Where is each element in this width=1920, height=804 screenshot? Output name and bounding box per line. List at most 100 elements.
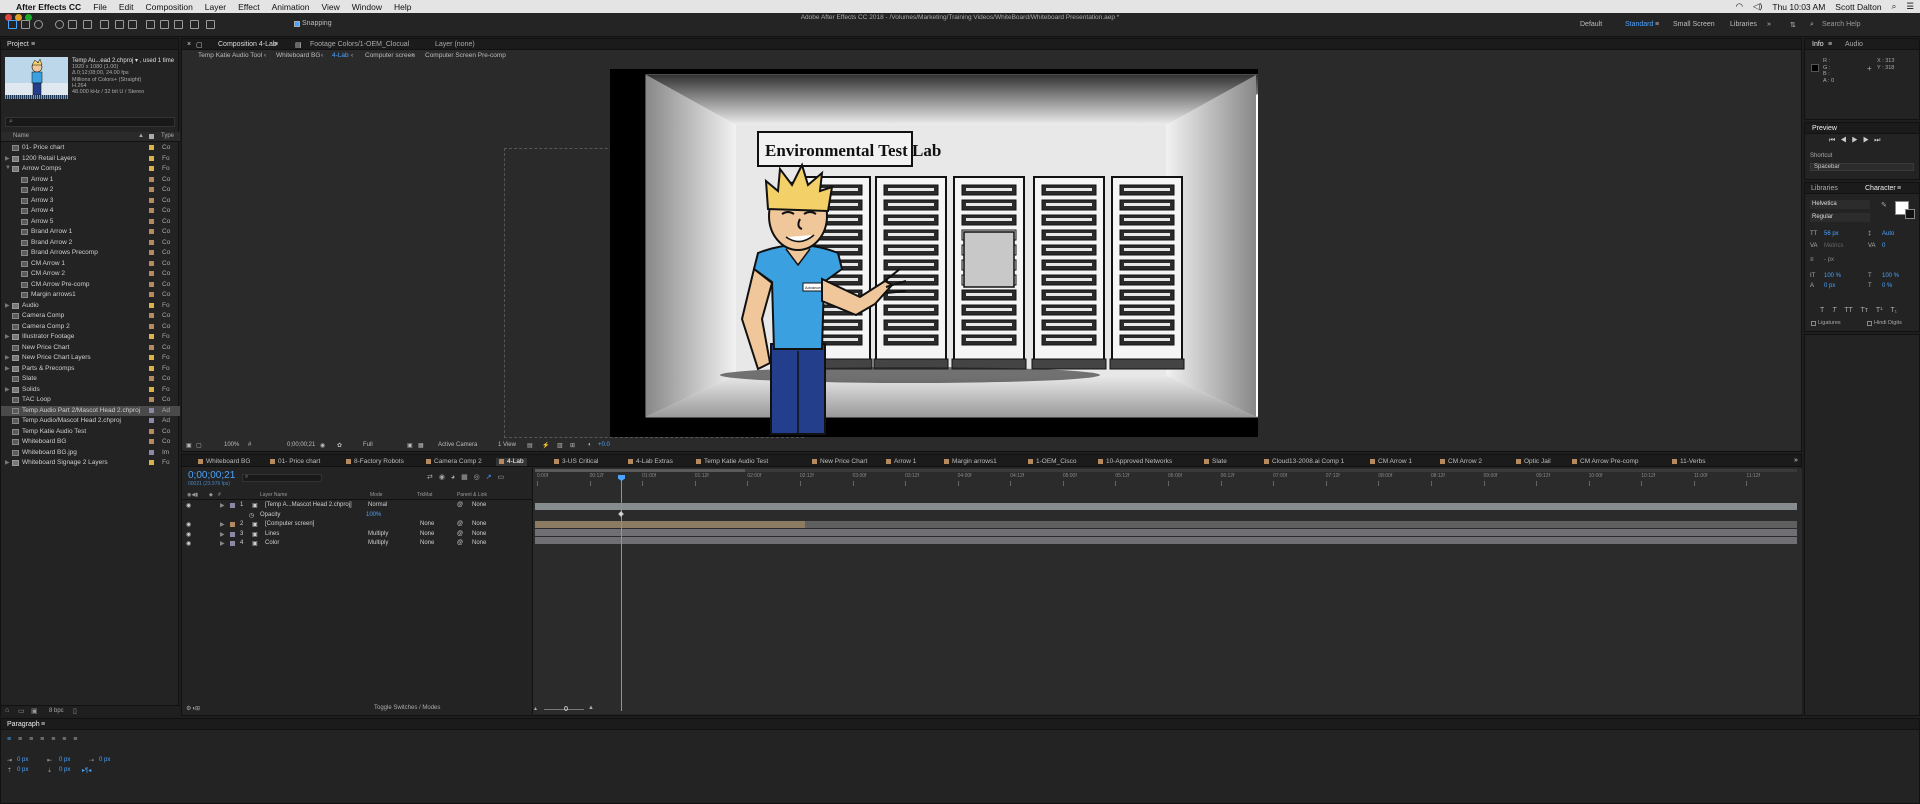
label-color-swatch[interactable] <box>149 197 154 203</box>
tab-paragraph-menu-icon[interactable]: ≡ <box>41 721 45 728</box>
notifications-icon[interactable]: ☰ <box>1906 1 1914 12</box>
label-color-swatch[interactable] <box>149 334 154 339</box>
all-caps-button[interactable]: TT <box>1844 307 1852 314</box>
layer-row[interactable]: ◉ ▶ 3 ▣ Lines Multiply None @ None <box>182 530 532 539</box>
small-caps-button[interactable]: Tт <box>1860 307 1867 314</box>
project-item[interactable]: ▶ Illustrator Footage Fo <box>1 332 180 343</box>
zoom-in-icon[interactable]: ▲ <box>588 705 594 711</box>
view-layout-dropdown[interactable]: 1 View <box>498 442 516 448</box>
tab-composition-menu-icon[interactable]: ≡ <box>274 41 278 48</box>
justify-all-icon[interactable]: ≡ <box>73 736 77 743</box>
current-time-display[interactable]: 0;00;00;21 <box>287 442 315 448</box>
label-color-swatch[interactable] <box>149 239 154 245</box>
project-item[interactable]: Arrow 5 Co <box>1 217 180 228</box>
pickwhip-icon[interactable]: @ <box>457 531 463 537</box>
motion-blur-icon[interactable]: ◎ <box>474 474 480 481</box>
tab-character[interactable]: Character <box>1865 185 1896 192</box>
pan-behind-tool-icon[interactable] <box>83 20 92 29</box>
project-item[interactable]: Camera Comp Co <box>1 311 180 322</box>
volume-icon[interactable]: ◁) <box>1753 1 1762 12</box>
layer-mode[interactable]: 100% <box>366 512 381 518</box>
fast-previews-icon[interactable]: ⚡ <box>542 442 549 449</box>
timeline-tab-overflow-icon[interactable]: » <box>1794 457 1798 464</box>
camera-dropdown[interactable]: Active Camera <box>438 442 477 448</box>
layer-bar-mascot[interactable] <box>535 503 1797 510</box>
breadcrumb[interactable]: Computer screen <box>365 52 415 59</box>
comp-tab[interactable]: Whiteboard BG <box>198 458 250 466</box>
layer-parent[interactable]: None <box>472 531 486 537</box>
exposure-value[interactable]: +0.0 <box>598 442 610 448</box>
project-item[interactable]: ▼ Arrow Comps Fo <box>1 164 180 175</box>
layer-parent[interactable]: None <box>472 502 486 508</box>
layer-trkmat[interactable]: None <box>420 540 434 546</box>
layer-mode[interactable]: Multiply <box>368 540 388 546</box>
space-after-field[interactable]: 0 px <box>59 767 70 773</box>
project-item[interactable]: ▶ Whiteboard Signage 2 Layers Fo <box>1 458 180 469</box>
project-item[interactable]: Arrow 3 Co <box>1 196 180 207</box>
viewer-close-icon[interactable]: × <box>187 41 191 48</box>
comp-tab[interactable]: CM Arrow 1 <box>1370 458 1412 466</box>
layer-toggle-icon[interactable]: ▭ <box>498 474 505 481</box>
first-frame-icon[interactable]: ⏮ <box>1829 137 1840 144</box>
project-item[interactable]: Camera Comp 2 Co <box>1 322 180 333</box>
comp-tab[interactable]: 01- Price chart <box>270 458 320 466</box>
label-color-swatch[interactable] <box>149 208 154 213</box>
justify-right-icon[interactable]: ≡ <box>62 736 66 743</box>
label-color-swatch[interactable] <box>149 418 154 423</box>
project-search-input[interactable]: ⌕ <box>5 117 175 127</box>
menu-edit[interactable]: Edit <box>119 2 134 12</box>
layer-row[interactable]: ◉ ▶ 1 ▣ [Temp A...Mascot Head 2.chproj] Norma… <box>182 501 532 510</box>
tab-info[interactable]: Info <box>1812 41 1824 48</box>
twirl-icon[interactable]: ▶ <box>220 540 225 547</box>
workspace-libraries[interactable]: Libraries <box>1730 21 1757 28</box>
twirl-icon[interactable]: ▶ <box>5 459 10 466</box>
spotlight-icon[interactable]: ⌕ <box>1892 1 1897 12</box>
menu-view[interactable]: View <box>321 2 339 12</box>
faux-italic-button[interactable]: T <box>1832 307 1836 314</box>
label-color-swatch[interactable] <box>149 260 154 266</box>
work-area-range[interactable] <box>535 469 745 472</box>
region-of-interest-icon[interactable]: ▣ <box>407 442 413 449</box>
layer-bar-lines[interactable] <box>535 529 1797 536</box>
reset-exposure-icon[interactable]: ◐ <box>588 442 592 448</box>
bpc-label[interactable]: 8 bpc <box>49 708 64 714</box>
pickwhip-icon[interactable]: @ <box>457 502 463 508</box>
label-color-swatch[interactable] <box>149 428 154 434</box>
comp-canvas[interactable]: Environmental Test Lab Advanced <box>610 69 1293 437</box>
shortcut-dropdown[interactable]: Spacebar <box>1810 163 1914 171</box>
opacity-keyframe-icon[interactable] <box>618 511 624 517</box>
eye-icon[interactable]: ◉ <box>186 540 191 547</box>
project-tab-menu-icon[interactable]: ≡ <box>31 41 35 48</box>
tab-audio[interactable]: Audio <box>1845 41 1863 48</box>
search-help-input[interactable]: Search Help <box>1822 21 1861 28</box>
layer-mode[interactable]: Normal <box>368 502 387 508</box>
new-comp-icon[interactable]: ▣ <box>31 707 38 715</box>
first-line-indent-field[interactable]: 0 px <box>99 757 110 763</box>
label-color-swatch[interactable] <box>230 503 235 508</box>
comp-tab[interactable]: CM Arrow Pre-comp <box>1572 458 1639 466</box>
label-color-swatch[interactable] <box>149 271 154 276</box>
breadcrumb[interactable]: Temp Katie Audio Tool <box>198 52 262 59</box>
magnification-dropdown[interactable]: 100% <box>224 442 239 448</box>
tab-info-menu-icon[interactable]: ≡ <box>1828 41 1832 48</box>
layer-name-header[interactable]: Layer Name <box>260 492 287 498</box>
twirl-icon[interactable]: ▼ <box>5 165 11 171</box>
align-right-icon[interactable]: ≡ <box>29 736 33 743</box>
tab-character-menu-icon[interactable]: ≡ <box>1897 185 1901 192</box>
label-color-swatch[interactable] <box>230 541 235 546</box>
pickwhip-icon[interactable]: @ <box>457 521 463 527</box>
menu-window[interactable]: Window <box>352 2 382 12</box>
label-color-swatch[interactable] <box>149 292 154 297</box>
hindi-digits-checkbox[interactable] <box>1867 321 1872 326</box>
label-color-swatch[interactable] <box>149 145 154 150</box>
project-item[interactable]: Margin arrows1 Co <box>1 290 180 301</box>
trkmat-header[interactable]: TrkMat <box>417 492 432 498</box>
zoom-slider-thumb[interactable] <box>564 706 568 711</box>
zoom-tool-icon[interactable] <box>34 20 43 29</box>
eraser-tool-icon[interactable] <box>174 20 183 29</box>
label-color-swatch[interactable] <box>149 386 154 392</box>
pen-tool-icon[interactable] <box>115 20 124 29</box>
label-color-swatch[interactable] <box>149 229 154 234</box>
tab-footage[interactable]: Footage Colors/1-OEM_Clocual <box>310 41 409 48</box>
timeline-icon[interactable]: ▥ <box>557 442 563 449</box>
